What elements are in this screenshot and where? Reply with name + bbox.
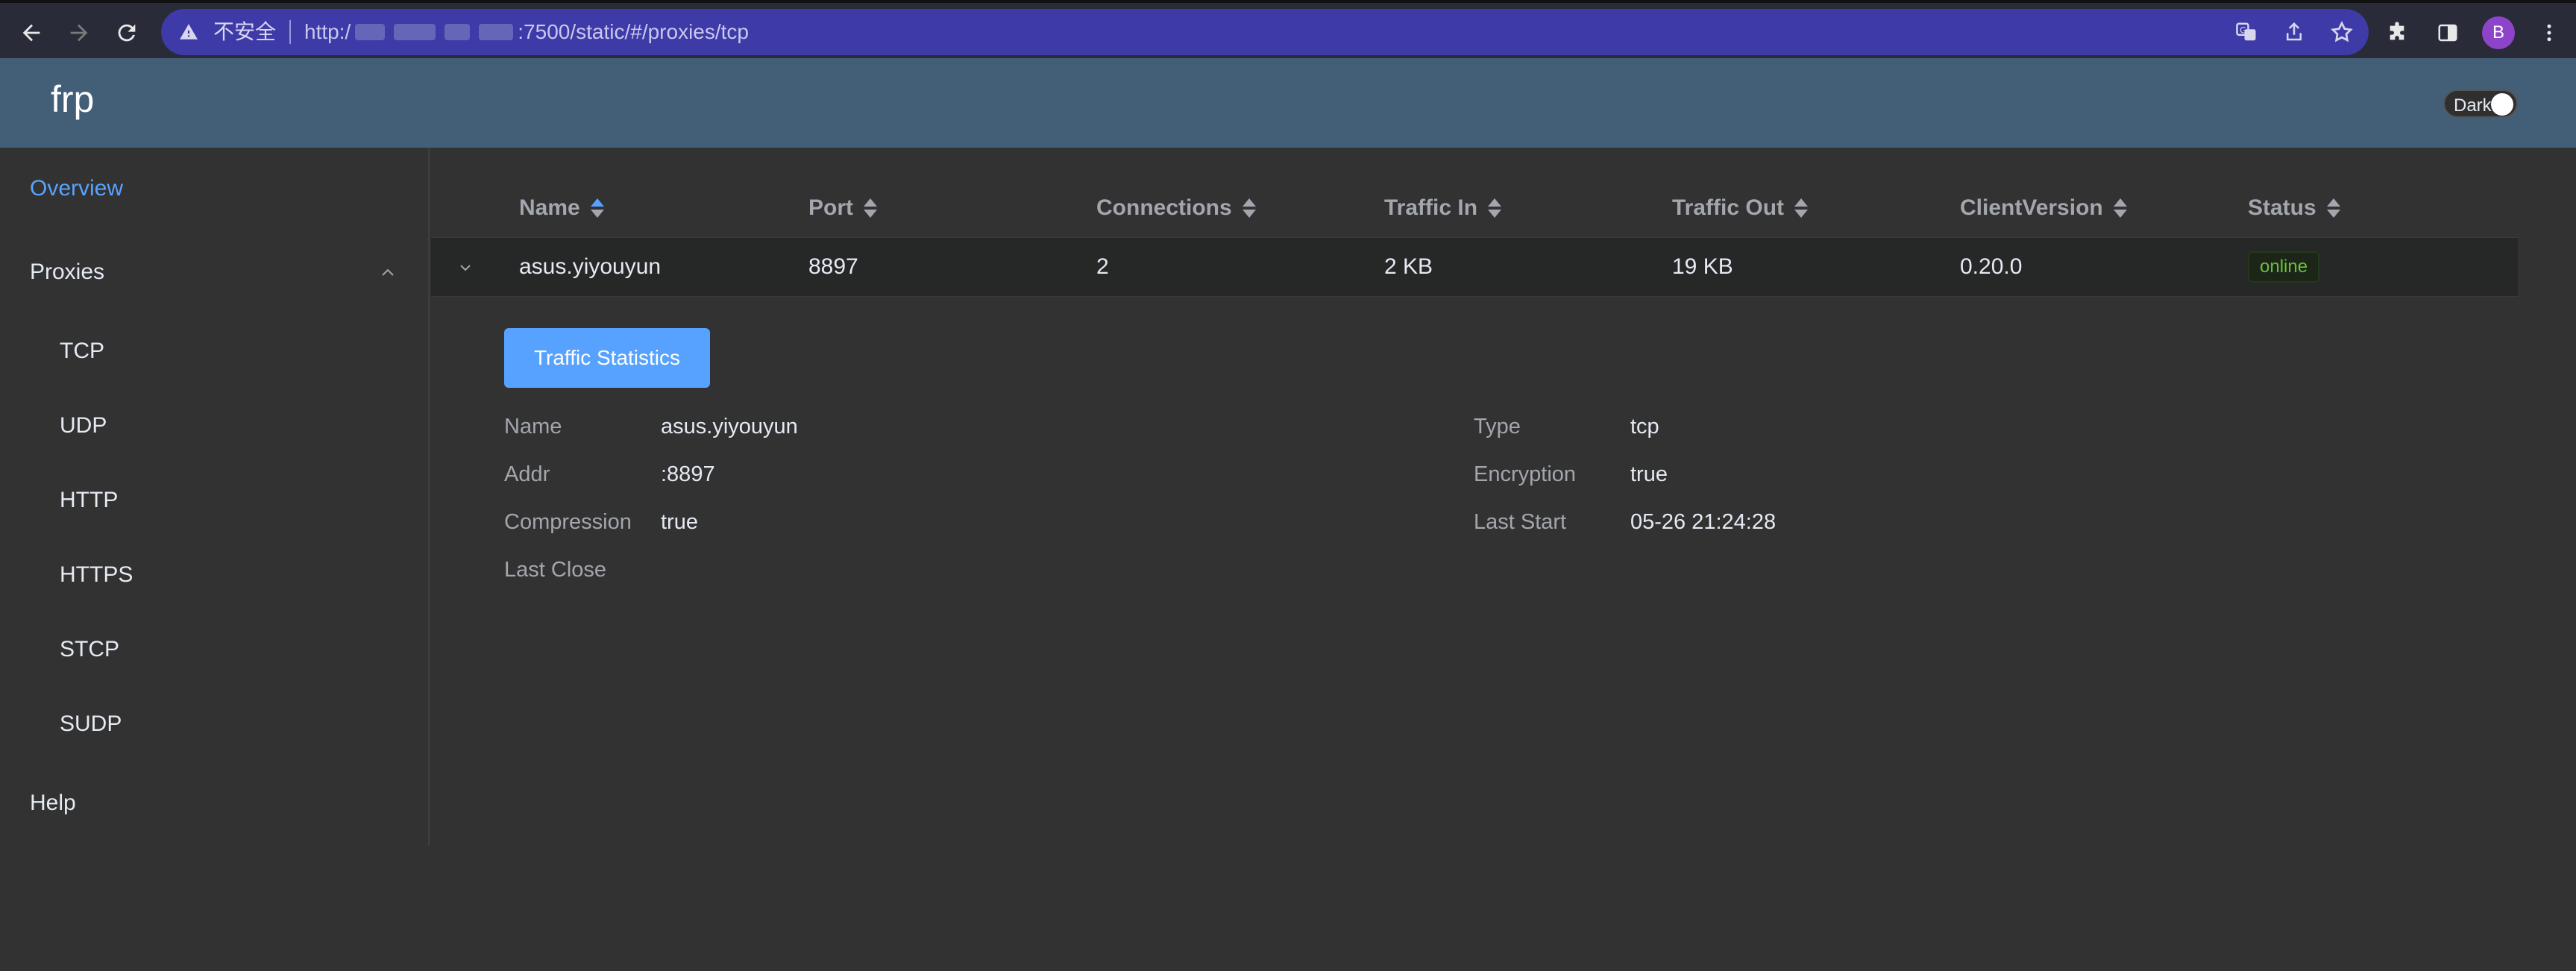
cell-connections: 2 [1096,254,1109,279]
detail-value-name: asus.yiyouyun [661,415,798,439]
column-label: Name [519,195,580,220]
sidebar-item-proxies[interactable]: Proxies [30,260,104,285]
cell-port: 8897 [808,254,858,279]
sort-caret-icon[interactable] [1794,197,1809,219]
brand-title[interactable]: frp [51,78,94,121]
profile-avatar[interactable]: B [2481,15,2516,51]
column-label: Port [808,195,853,220]
detail-label-name: Name [504,415,562,439]
status-badge: online [2248,251,2320,283]
cell-client-version: 0.20.0 [1960,254,2023,279]
table-row[interactable]: asus.yiyouyun 8897 2 2 KB 19 KB 0.20.0 o… [431,237,2518,297]
column-label: Traffic In [1384,195,1478,220]
column-header-traffic-out[interactable]: Traffic Out [1672,195,1809,221]
dark-mode-label: Dark [2454,95,2492,116]
column-label: Connections [1096,195,1232,220]
column-label: Status [2248,195,2316,220]
sidebar-item-tcp[interactable]: TCP [60,339,104,364]
sidebar-item-http[interactable]: HTTP [60,488,118,513]
back-button[interactable] [9,10,54,55]
redacted-host [444,24,471,40]
sidebar-item-udp[interactable]: UDP [60,413,107,439]
translate-icon[interactable]: G [2231,17,2261,47]
app-header: frp Dark [0,58,2576,148]
browser-toolbar: 不安全 http:/ :7500/static/#/proxies/tcp G [0,0,2576,58]
sidebar-item-overview[interactable]: Overview [30,176,123,201]
column-header-name[interactable]: Name [519,195,604,221]
detail-label-last-start: Last Start [1474,510,1567,534]
detail-label-encryption: Encryption [1474,462,1577,486]
security-label[interactable]: 不安全 [213,20,292,44]
detail-label-compression: Compression [504,510,632,534]
cell-traffic-in: 2 KB [1384,254,1433,279]
sort-caret-icon[interactable] [864,197,877,219]
sort-caret-icon[interactable] [590,197,604,219]
url-suffix: :7500/static/#/proxies/tcp [518,20,750,43]
sort-caret-icon[interactable] [2326,197,2340,219]
redacted-host [394,24,436,40]
bookmark-star-icon[interactable] [2327,17,2357,47]
column-label: ClientVersion [1960,195,2103,220]
share-icon[interactable] [2279,17,2309,47]
toggle-knob [2491,93,2513,116]
sort-caret-icon[interactable] [1488,197,1502,219]
url-text[interactable]: http:/ :7500/static/#/proxies/tcp [304,20,749,44]
column-header-port[interactable]: Port [808,195,877,221]
redacted-host [479,24,514,40]
detail-label-type: Type [1474,415,1521,439]
column-header-status[interactable]: Status [2248,195,2340,221]
forward-arrow-icon [70,24,88,42]
column-header-client-version[interactable]: ClientVersion [1960,195,2127,221]
kebab-menu-icon[interactable] [2531,15,2567,51]
column-label: Traffic Out [1672,195,1785,220]
side-panel-icon[interactable] [2430,15,2466,51]
forward-button[interactable] [57,10,101,55]
address-bar[interactable]: 不安全 http:/ :7500/static/#/proxies/tcp G [161,9,2369,55]
reload-icon [118,24,136,42]
detail-value-type: tcp [1630,415,1659,439]
detail-label-last-close: Last Close [504,558,607,582]
avatar-letter: B [2482,16,2515,49]
dark-mode-toggle[interactable]: Dark [2443,89,2518,118]
chevron-down-icon[interactable] [456,259,474,277]
detail-value-encryption: true [1630,462,1668,486]
sort-caret-icon[interactable] [1242,197,1256,219]
redacted-host [355,24,386,40]
column-header-traffic-in[interactable]: Traffic In [1384,195,1502,221]
sidebar-item-sudp[interactable]: SUDP [60,711,122,737]
url-prefix: http:/ [304,20,351,43]
traffic-statistics-button[interactable]: Traffic Statistics [504,328,710,388]
detail-value-last-start: 05-26 21:24:28 [1630,510,1777,534]
detail-value-addr: :8897 [661,462,715,486]
cell-name: asus.yiyouyun [519,254,662,279]
sidebar-item-help[interactable]: Help [30,791,76,816]
warning-icon[interactable] [179,21,201,43]
cell-traffic-out: 19 KB [1672,254,1733,279]
sidebar: Overview Proxies TCP UDP HTTP HTTPS STCP… [0,148,430,846]
sidebar-item-stcp[interactable]: STCP [60,637,119,662]
back-arrow-icon [22,24,40,42]
extensions-puzzle-icon[interactable] [2379,15,2415,51]
sort-caret-icon[interactable] [2113,197,2127,219]
reload-button[interactable] [104,10,149,55]
detail-value-compression: true [661,510,698,534]
column-header-connections[interactable]: Connections [1096,195,1256,221]
table-header: Name Port Connections Traffic In Traffic… [431,177,2518,236]
sidebar-item-https[interactable]: HTTPS [60,562,133,588]
detail-label-addr: Addr [504,462,550,486]
chevron-up-icon[interactable] [379,264,397,282]
